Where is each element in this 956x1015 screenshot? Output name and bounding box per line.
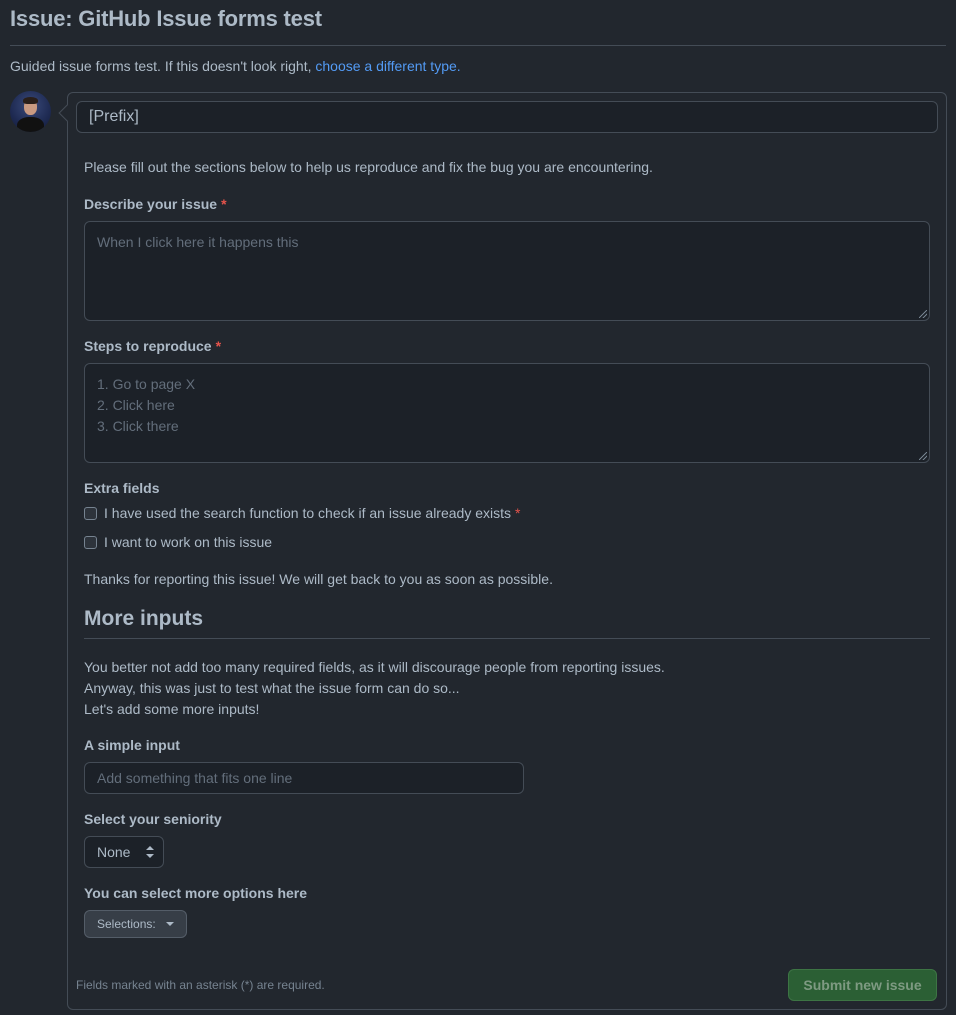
checkbox-row-search[interactable]: I have used the search function to check… [84, 505, 520, 521]
describe-issue-textarea[interactable]: When I click here it happens this [84, 221, 930, 321]
selections-button-label: Selections: [97, 917, 156, 931]
simple-input-field[interactable]: Add something that fits one line [84, 762, 524, 794]
selections-dropdown-button[interactable]: Selections: [84, 910, 187, 938]
required-asterisk: * [221, 196, 227, 212]
caret-down-icon [166, 922, 174, 926]
search-checkbox-label[interactable]: I have used the search function to check… [104, 505, 511, 521]
search-checkbox[interactable] [84, 506, 97, 520]
resize-handle-icon[interactable] [919, 452, 927, 460]
describe-issue-label: Describe your issue * [84, 196, 227, 212]
work-on-issue-label[interactable]: I want to work on this issue [104, 534, 272, 550]
seniority-label: Select your seniority [84, 811, 222, 827]
multi-select-label: You can select more options here [84, 885, 308, 901]
paragraph-line: You better not add too many required fie… [84, 659, 665, 675]
subtitle-text: Guided issue forms test. If this doesn't… [10, 58, 316, 74]
extra-fields-label: Extra fields [84, 480, 160, 496]
thanks-text: Thanks for reporting this issue! We will… [84, 571, 553, 587]
seniority-select[interactable]: None [84, 836, 164, 868]
seniority-select-value: None [97, 844, 131, 860]
paragraph-line: Let's add some more inputs! [84, 701, 260, 717]
avatar-hair [23, 97, 38, 104]
page-title: Issue: GitHub Issue forms test [10, 6, 322, 31]
checkbox-row-work[interactable]: I want to work on this issue [84, 534, 272, 550]
more-inputs-paragraph: You better not add too many required fie… [84, 657, 665, 720]
steps-placeholder: 1. Go to page X 2. Click here 3. Click t… [97, 376, 196, 434]
more-inputs-heading: More inputs [84, 607, 203, 630]
avatar[interactable] [10, 91, 51, 132]
describe-issue-placeholder: When I click here it happens this [97, 234, 299, 250]
form-intro: Please fill out the sections below to he… [84, 159, 653, 175]
avatar-shirt [17, 117, 44, 132]
resize-handle-icon[interactable] [919, 310, 927, 318]
paragraph-line: Anyway, this was just to test what the i… [84, 680, 460, 696]
section-divider [84, 638, 930, 639]
choose-different-type-link[interactable]: choose a different type. [315, 58, 460, 74]
select-arrows-icon [146, 846, 154, 858]
describe-issue-label-text: Describe your issue [84, 196, 218, 212]
subtitle: Guided issue forms test. If this doesn't… [10, 58, 461, 74]
required-fields-note: Fields marked with an asterisk (*) are r… [76, 978, 325, 992]
steps-label: Steps to reproduce * [84, 338, 221, 354]
steps-label-text: Steps to reproduce [84, 338, 212, 354]
simple-input-label: A simple input [84, 737, 180, 753]
work-on-issue-checkbox[interactable] [84, 535, 97, 549]
submit-new-issue-button[interactable]: Submit new issue [788, 969, 937, 1001]
required-asterisk: * [215, 338, 222, 354]
title-divider [10, 45, 946, 46]
required-asterisk: * [515, 505, 521, 521]
issue-title-input[interactable]: [Prefix] [76, 101, 938, 133]
steps-textarea[interactable]: 1. Go to page X 2. Click here 3. Click t… [84, 363, 930, 463]
